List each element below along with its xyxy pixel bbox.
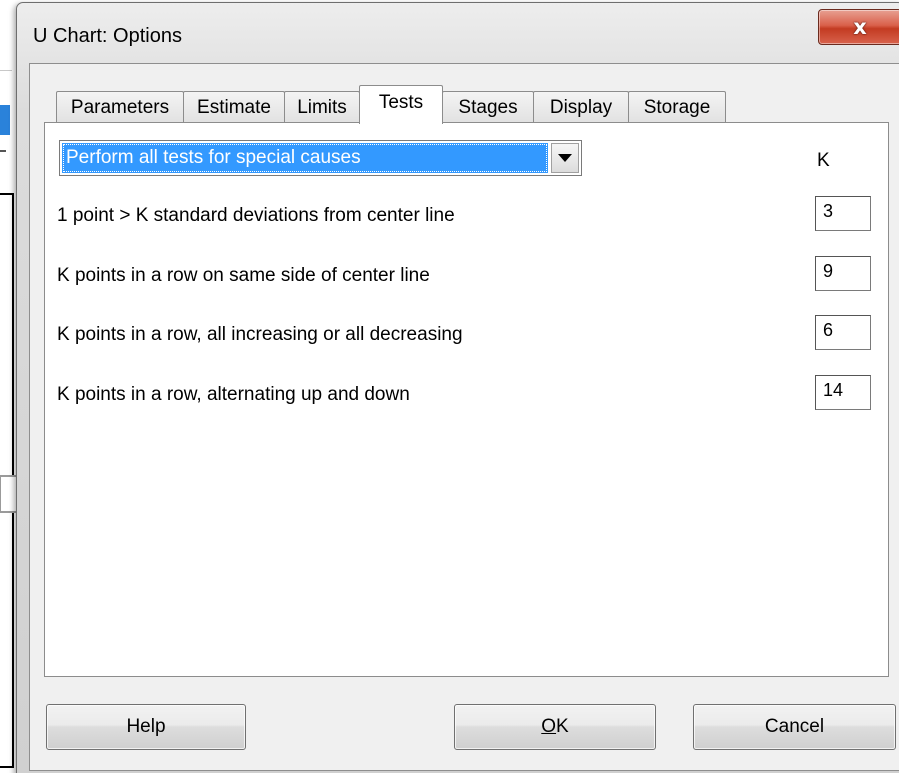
dialog-client-area: Parameters Estimate Limits Tests Stages … xyxy=(29,63,899,771)
tab-display[interactable]: Display xyxy=(533,91,629,123)
test-1-label: 1 point > K standard deviations from cen… xyxy=(57,205,455,226)
k-column-header: K xyxy=(817,150,830,171)
test-2-label: K points in a row on same side of center… xyxy=(57,265,430,286)
tab-estimate[interactable]: Estimate xyxy=(183,91,285,123)
title-bar[interactable]: U Chart: Options x xyxy=(17,3,899,61)
tests-tab-panel: Perform all tests for special causes K 1… xyxy=(44,122,889,677)
chevron-down-icon xyxy=(558,154,572,162)
tests-dropdown-value[interactable]: Perform all tests for special causes xyxy=(62,143,548,173)
ok-mnemonic: O xyxy=(541,716,557,737)
help-button[interactable]: Help xyxy=(46,704,246,750)
tab-limits[interactable]: Limits xyxy=(284,91,360,123)
close-button[interactable]: x xyxy=(818,9,899,45)
background-edge xyxy=(0,150,6,152)
tab-tests[interactable]: Tests xyxy=(359,85,443,124)
tab-parameters[interactable]: Parameters xyxy=(56,91,184,123)
tests-dropdown[interactable]: Perform all tests for special causes xyxy=(59,140,582,176)
dialog-title: U Chart: Options xyxy=(33,25,182,47)
close-icon: x xyxy=(853,15,867,39)
dropdown-arrow-button[interactable] xyxy=(551,143,579,173)
background-accent xyxy=(0,105,10,135)
test-4-label: K points in a row, alternating up and do… xyxy=(57,384,410,405)
tab-stages[interactable]: Stages xyxy=(442,91,534,123)
background-window xyxy=(0,0,14,185)
ok-label-rest: K xyxy=(556,716,569,737)
screen: U Chart: Options x Parameters Estimate L… xyxy=(0,0,899,773)
test-2-k-input[interactable]: 9 xyxy=(815,256,871,291)
test-3-label: K points in a row, all increasing or all… xyxy=(57,324,463,345)
tab-storage[interactable]: Storage xyxy=(628,91,726,123)
test-1-k-input[interactable]: 3 xyxy=(815,196,871,231)
options-dialog: U Chart: Options x Parameters Estimate L… xyxy=(16,2,899,773)
test-4-k-input[interactable]: 14 xyxy=(815,375,871,410)
cancel-button[interactable]: Cancel xyxy=(693,704,896,750)
test-3-k-input[interactable]: 6 xyxy=(815,315,871,350)
ok-button[interactable]: OK xyxy=(454,704,656,750)
background-divider xyxy=(0,70,12,71)
